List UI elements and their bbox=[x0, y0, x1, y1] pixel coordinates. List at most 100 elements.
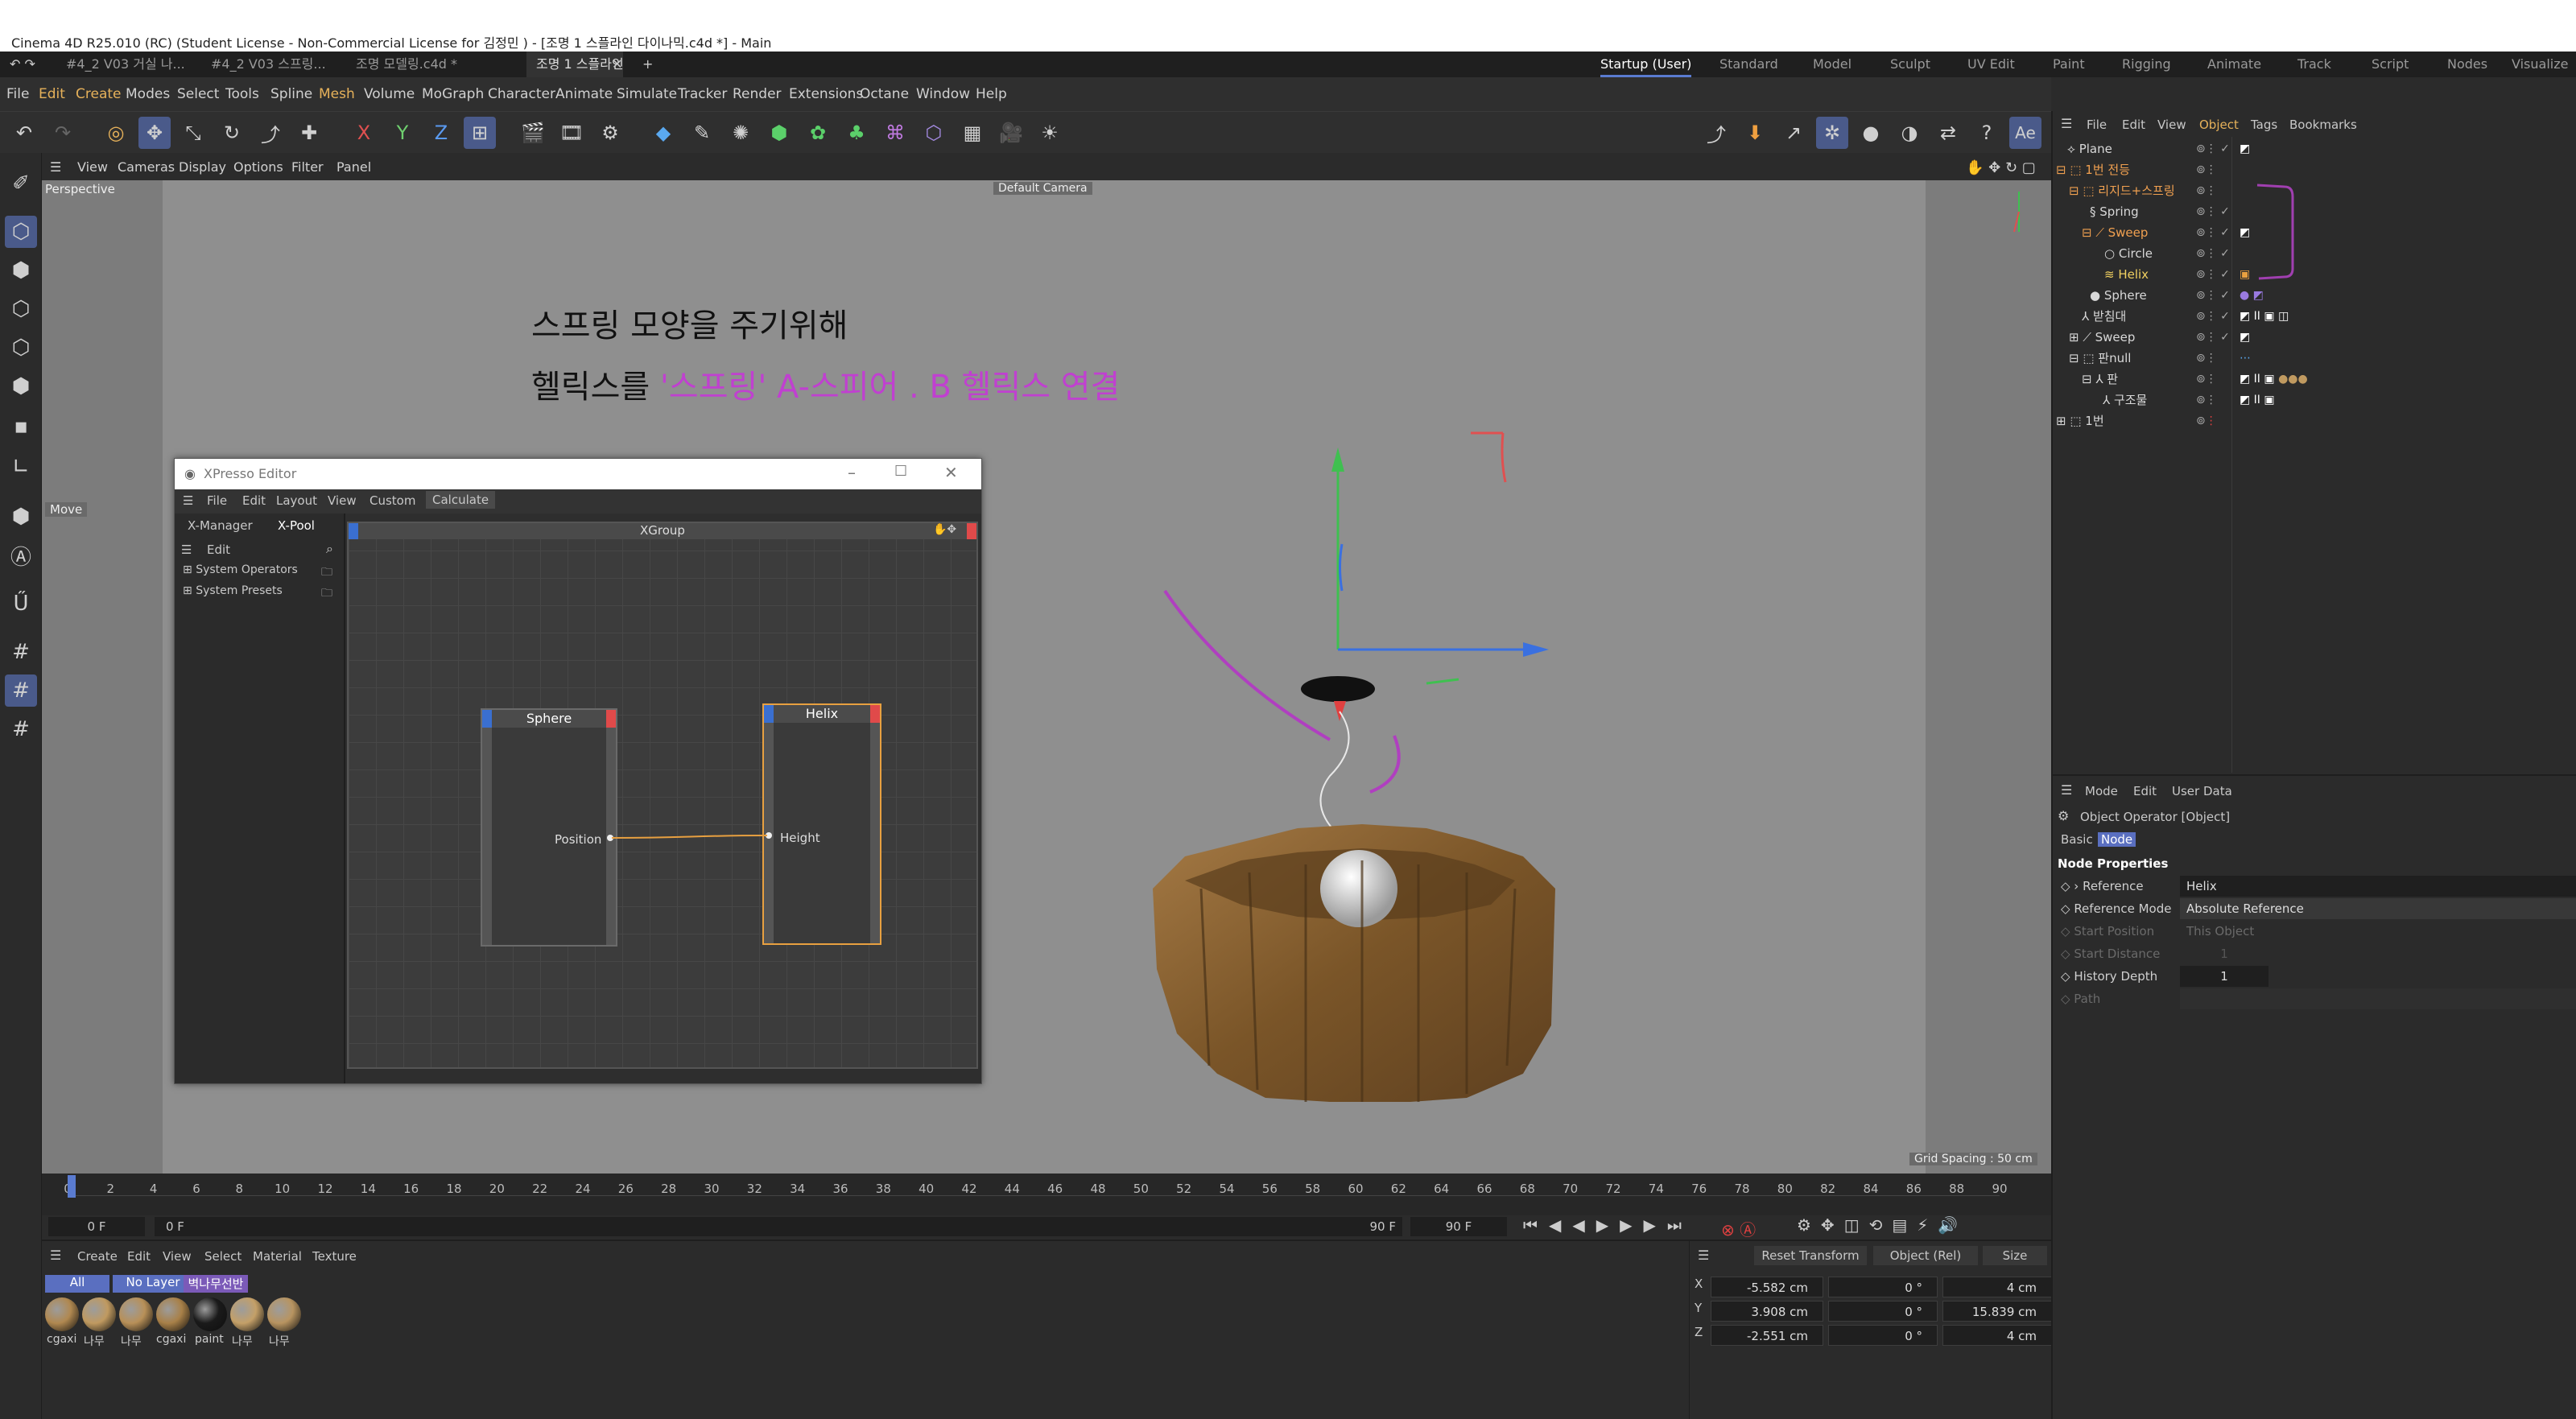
pen-mode-icon[interactable]: ✐ bbox=[5, 167, 37, 200]
material-swatch[interactable] bbox=[82, 1297, 116, 1331]
coordinate-mode-dropdown[interactable]: Object (Rel) bbox=[1873, 1246, 1978, 1265]
xpresso-menu-file[interactable]: File bbox=[207, 493, 227, 508]
scale-tool-icon[interactable]: ⤡ bbox=[177, 117, 209, 149]
pool-hamburger-icon[interactable]: ☰ bbox=[181, 542, 192, 557]
visibility-toggles[interactable]: ⊚⋮ ✓ bbox=[2196, 243, 2230, 264]
visibility-toggles[interactable]: ⊚⋮ ✓ bbox=[2196, 201, 2230, 222]
layout-visualize[interactable]: Visualize bbox=[2512, 52, 2568, 77]
points-mode-icon[interactable]: ⬡ bbox=[5, 293, 37, 325]
pool-search-icon[interactable]: ⌕ bbox=[326, 541, 333, 557]
menu-mesh[interactable]: Mesh bbox=[319, 86, 355, 102]
object-row[interactable]: ● Sphere bbox=[2090, 285, 2147, 306]
reference-mode-dropdown[interactable]: Absolute Reference bbox=[2180, 898, 2576, 919]
filter-all[interactable]: All bbox=[45, 1275, 109, 1293]
object-row[interactable]: ○ Circle bbox=[2104, 243, 2153, 264]
viewport-menu-panel[interactable]: Panel bbox=[336, 159, 371, 175]
xpresso-hamburger-icon[interactable]: ☰ bbox=[183, 493, 193, 508]
tag-icons[interactable]: ◩ bbox=[2240, 138, 2250, 159]
scene-icon[interactable]: ⌘ bbox=[879, 117, 911, 149]
polygons-mode-icon[interactable]: ⬢ bbox=[5, 370, 37, 402]
viewport-menu-display[interactable]: Display bbox=[179, 159, 226, 175]
material-swatch[interactable] bbox=[230, 1297, 264, 1331]
camera-icon[interactable]: 🎥 bbox=[995, 117, 1027, 149]
visibility-toggles[interactable]: ⊚⋮ bbox=[2196, 410, 2217, 431]
object-row[interactable]: ⊟ ⬚ 1번 전등 bbox=[2056, 159, 2130, 180]
layout-nodes[interactable]: Nodes bbox=[2447, 52, 2487, 77]
tag-icons[interactable]: ● ◩ bbox=[2240, 285, 2264, 306]
magnet-icon[interactable]: Ű bbox=[5, 588, 37, 620]
visibility-toggles[interactable]: ⊚⋮ bbox=[2196, 159, 2217, 180]
visibility-toggles[interactable]: ⊚⋮ bbox=[2196, 180, 2217, 201]
undo-icon[interactable]: ↶ bbox=[8, 117, 40, 149]
mat-menu-edit[interactable]: Edit bbox=[127, 1249, 151, 1264]
light-icon[interactable]: ☀ bbox=[1034, 117, 1066, 149]
om-menu-file[interactable]: File bbox=[2087, 118, 2107, 132]
last-tool-icon[interactable]: ⤴ bbox=[254, 117, 287, 149]
start-distance-field[interactable]: 1 bbox=[2180, 943, 2268, 964]
tag-icons[interactable]: ◩ ⅠⅠ ▣ ◫ bbox=[2240, 306, 2289, 327]
visibility-toggles[interactable]: ⊚⋮ bbox=[2196, 369, 2217, 390]
object-row[interactable]: ⊟ ⟋ Sweep bbox=[2082, 222, 2148, 243]
size-x-field[interactable]: 4 cm bbox=[1942, 1277, 2052, 1297]
snap-icon[interactable]: ⤴ bbox=[1700, 117, 1732, 149]
visibility-toggles[interactable]: ⊚⋮ ✓ bbox=[2196, 306, 2230, 327]
tab-x-manager[interactable]: X-Manager bbox=[188, 518, 253, 533]
position-x-field[interactable]: -5.582 cm bbox=[1711, 1277, 1823, 1297]
om-menu-view[interactable]: View bbox=[2157, 118, 2186, 132]
visibility-toggles[interactable]: ⊚⋮ bbox=[2196, 390, 2217, 410]
object-row[interactable]: ⅄ 구조물 bbox=[2103, 390, 2147, 410]
menu-extensions[interactable]: Extensions bbox=[789, 86, 863, 102]
rotation-b-field[interactable]: 0 ° bbox=[1828, 1325, 1938, 1346]
om-menu-object[interactable]: Object bbox=[2199, 118, 2239, 132]
octane-material-icon[interactable]: ● bbox=[1855, 117, 1887, 149]
material-swatch[interactable] bbox=[45, 1297, 79, 1331]
viewport-menu-view[interactable]: View bbox=[77, 159, 108, 175]
am-menu-mode[interactable]: Mode bbox=[2085, 784, 2118, 798]
viewport-nav-icons[interactable]: ✋ ✥ ↻ ▢ bbox=[1966, 159, 2036, 176]
x-axis-icon[interactable]: X bbox=[348, 117, 380, 149]
menu-create[interactable]: Create bbox=[76, 86, 122, 102]
new-tab-icon[interactable]: + bbox=[633, 52, 657, 77]
close-tab-icon[interactable]: ✕ bbox=[602, 52, 626, 77]
menu-window[interactable]: Window bbox=[916, 86, 970, 102]
xgroup-canvas[interactable]: XGroup ✋✥ Sphere Position Helix Height bbox=[347, 522, 978, 1069]
visibility-toggles[interactable]: ⊚⋮ ✓ bbox=[2196, 327, 2230, 348]
layout-rigging[interactable]: Rigging bbox=[2122, 52, 2171, 77]
coord-hamburger-icon[interactable]: ☰ bbox=[1698, 1248, 1709, 1263]
layout-standard[interactable]: Standard bbox=[1719, 52, 1778, 77]
visibility-toggles[interactable]: ⊚⋮ bbox=[2196, 348, 2217, 369]
mat-menu-select[interactable]: Select bbox=[204, 1249, 242, 1264]
viewport-menu-cameras[interactable]: Cameras bbox=[118, 159, 175, 175]
max-frame-field[interactable]: 90 F bbox=[1410, 1217, 1507, 1236]
z-axis-icon[interactable]: Z bbox=[425, 117, 457, 149]
layout-sculpt[interactable]: Sculpt bbox=[1890, 52, 1930, 77]
minimize-icon[interactable]: – bbox=[848, 463, 856, 482]
maximize-icon[interactable]: ☐ bbox=[894, 463, 907, 480]
material-swatch[interactable] bbox=[267, 1297, 301, 1331]
render-picture-viewer-icon[interactable]: 🎞 bbox=[555, 117, 588, 149]
om-menu-bookmarks[interactable]: Bookmarks bbox=[2289, 118, 2357, 132]
mat-menu-view[interactable]: View bbox=[163, 1249, 192, 1264]
octane-render-icon[interactable]: ✲ bbox=[1816, 117, 1848, 149]
object-row[interactable]: ⊟ ⬚ 리지드+스프링 bbox=[2069, 180, 2175, 201]
material-swatch[interactable] bbox=[193, 1297, 227, 1331]
menu-edit[interactable]: Edit bbox=[39, 86, 65, 102]
pool-item[interactable]: ⊞ System Presets 🗀 bbox=[183, 584, 336, 600]
menu-animate[interactable]: Animate bbox=[555, 86, 613, 102]
menu-octane[interactable]: Octane bbox=[860, 86, 909, 102]
object-row[interactable]: ⊟ ⅄ 판 bbox=[2082, 369, 2118, 390]
mat-menu-material[interactable]: Material bbox=[253, 1249, 302, 1264]
volume-icon[interactable]: ⬡ bbox=[918, 117, 950, 149]
render-settings-icon[interactable]: ⚙ bbox=[594, 117, 626, 149]
auto-key-icon[interactable]: Ⓐ bbox=[5, 539, 37, 571]
playhead[interactable] bbox=[68, 1175, 76, 1198]
layout-startup[interactable]: Startup (User) bbox=[1600, 52, 1692, 77]
material-swatch[interactable] bbox=[156, 1297, 190, 1331]
size-mode-dropdown[interactable]: Size bbox=[1983, 1246, 2047, 1265]
viewport-hamburger-icon[interactable]: ☰ bbox=[50, 159, 61, 175]
tag-icons[interactable]: ⋯ bbox=[2240, 348, 2251, 369]
menu-mograph[interactable]: MoGraph bbox=[422, 86, 484, 102]
mograph-icon[interactable]: ✿ bbox=[802, 117, 834, 149]
menu-simulate[interactable]: Simulate bbox=[617, 86, 677, 102]
rotation-h-field[interactable]: 0 ° bbox=[1828, 1277, 1938, 1297]
